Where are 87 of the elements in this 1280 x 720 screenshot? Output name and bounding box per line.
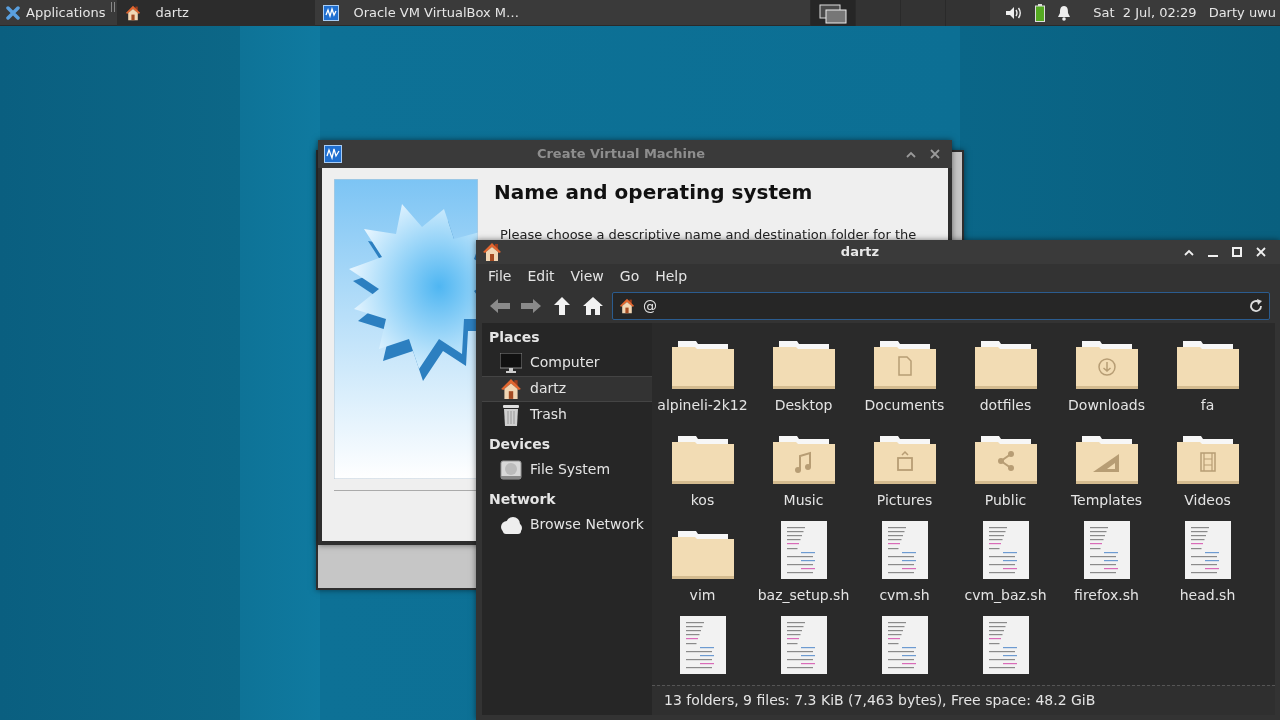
home-icon [619,298,635,315]
folder-icon[interactable] [671,433,734,484]
taskbar-button[interactable]: Oracle VM VirtualBox M… [315,0,526,26]
videos-folder-icon[interactable] [1176,433,1239,484]
applications-menu-button[interactable]: Applications [0,0,112,26]
home-icon [500,377,522,400]
script-file-icon[interactable] [780,520,827,579]
file-name[interactable]: Templates [1070,489,1143,511]
file-name[interactable]: Documents [864,394,945,416]
trash-icon [502,403,520,426]
file-name[interactable]: Desktop [774,394,833,416]
battery-icon [1035,3,1046,22]
sidebar-item[interactable]: File System [482,456,652,483]
folder-icon[interactable] [974,338,1037,389]
sidebar-item[interactable]: Trash [482,401,652,428]
file-name[interactable]: vim [689,584,716,606]
dialog-heading: Name and operating system [494,179,814,206]
description-text: Please choose a descriptive name and destination folder for the [500,226,917,244]
menu-item[interactable]: Go [611,264,648,290]
location-field[interactable]: @ [612,292,1270,321]
taskbar-button[interactable]: dartz [117,0,316,26]
file-name[interactable]: Public [984,489,1027,511]
section-heading: Network [488,489,557,509]
reload-icon[interactable] [1249,299,1263,314]
script-file-icon[interactable] [1083,520,1130,579]
music-folder-icon[interactable] [772,433,835,484]
folder-icon[interactable] [1176,338,1239,389]
file-name[interactable]: Pictures [876,489,933,511]
home-icon [482,242,502,263]
cloud-icon [499,515,523,534]
script-file-icon[interactable] [881,520,928,579]
downloads-folder-icon[interactable] [1075,338,1138,389]
hard-drive-icon [500,458,522,481]
file-name[interactable]: firefox.sh [1074,584,1139,606]
window-title: dartz [839,243,881,262]
file-name[interactable]: dotfiles [979,394,1032,416]
file-name[interactable]: Downloads [1068,394,1145,416]
public-folder-icon[interactable] [974,433,1037,484]
menu-item[interactable]: View [562,264,612,290]
file-name[interactable]: alpineli-2k12 [657,394,748,416]
file-name[interactable]: Videos [1184,489,1231,511]
file-name[interactable]: kos [690,489,715,511]
menu-item[interactable]: File [480,264,520,290]
file-name[interactable]: cvm.sh [879,584,930,606]
window-title: Create Virtual Machine [535,145,707,164]
volume-icon [1006,5,1024,20]
script-file-icon[interactable] [1184,520,1231,579]
script-file-icon[interactable] [780,615,827,674]
script-file-icon[interactable] [881,615,928,674]
templates-folder-icon[interactable] [1075,433,1138,484]
bell-icon [1057,4,1072,21]
script-file-icon[interactable] [679,615,726,674]
script-file-icon[interactable] [982,520,1029,579]
virtualbox-icon [324,145,342,163]
file-name[interactable]: Music [783,489,824,511]
menu-item[interactable]: Help [647,264,696,290]
pictures-folder-icon[interactable] [873,433,936,484]
file-name[interactable]: head.sh [1179,584,1236,606]
home-icon [125,5,142,21]
windows-icon [818,2,849,24]
xfce-logo-icon [6,6,20,20]
file-name[interactable]: fa [1200,394,1215,416]
section-heading: Places [488,327,541,347]
workspace-button[interactable] [810,0,856,26]
clock[interactable]: Sat 2 Jul, 02:29 [1093,2,1197,23]
arrow-up-icon[interactable] [553,297,570,316]
sidebar-item[interactable]: Computer [482,349,652,376]
handle-icon [111,0,118,14]
sidebar-item[interactable]: dartz [482,375,652,402]
script-file-icon[interactable] [982,615,1029,674]
section-heading: Devices [488,434,552,454]
chevron-up-icon[interactable] [906,150,916,158]
file-name[interactable]: cvm_baz.sh [964,584,1047,606]
virtualbox-icon [323,5,340,21]
status-bar: 13 folders, 9 files: 7.3 KiB (7,463 bytes), Free space: 48.2 GiB [652,685,1275,715]
menu-item[interactable]: Edit [519,264,563,290]
file-name[interactable]: baz_setup.sh [757,584,850,606]
close-icon[interactable] [930,149,940,159]
maximize-icon[interactable] [1232,247,1242,258]
monitor-icon [500,352,522,373]
documents-folder-icon[interactable] [873,338,936,389]
sidebar-item[interactable]: Browse Network [482,511,652,538]
home-icon[interactable] [582,297,603,316]
folder-icon[interactable] [671,528,734,579]
folder-icon[interactable] [772,338,835,389]
folder-icon[interactable] [671,338,734,389]
user-name[interactable]: Darty uwu [1208,2,1276,23]
